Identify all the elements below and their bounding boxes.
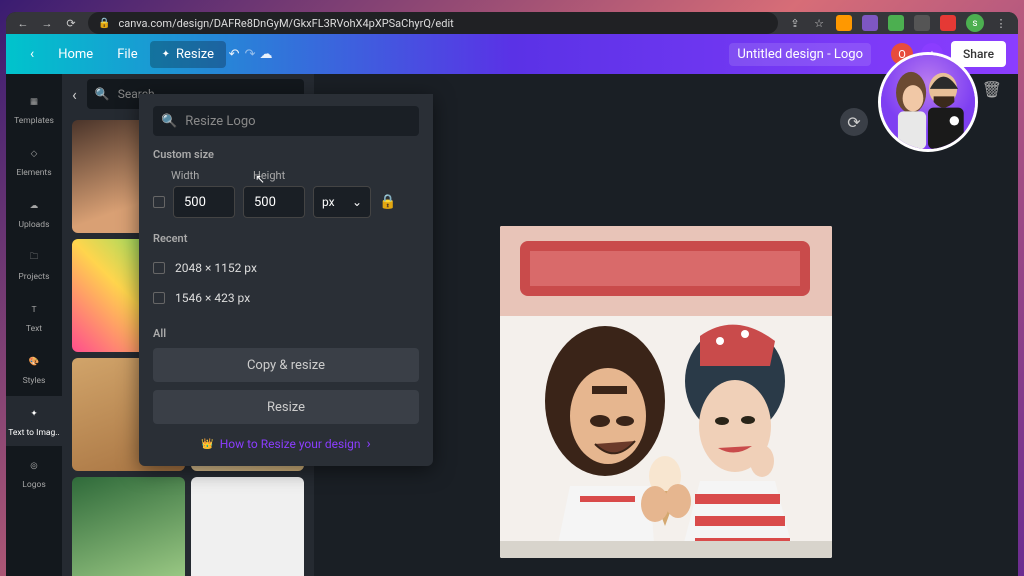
rail-elements[interactable]: ◇ Elements [6,136,62,186]
rail-label: Templates [14,116,54,126]
redo-icon[interactable]: ↷ [242,46,258,62]
text-to-image-icon: ✦ [24,404,44,424]
lock-icon: 🔒 [98,18,110,29]
url-field[interactable]: 🔒 canva.com/design/DAFRe8DnGyM/GkxFL3RVo… [88,12,778,34]
elements-icon: ◇ [24,144,44,164]
browser-address-bar: ← → ⟳ 🔒 canva.com/design/DAFRe8DnGyM/Gkx… [6,12,1018,34]
canvas-image[interactable] [500,226,832,558]
extension-icon[interactable] [888,15,904,31]
recent-size-label: 2048 × 1152 px [175,261,257,275]
search-icon: 🔍 [161,114,177,129]
rail-templates[interactable]: ▦ Templates [6,84,62,134]
resize-submit-button[interactable]: Resize [153,390,419,424]
extension-icon[interactable] [914,15,930,31]
templates-icon: ▦ [24,92,44,112]
recent-checkbox[interactable] [153,262,165,274]
width-input[interactable]: 500 [173,186,235,218]
undo-icon[interactable]: ↶ [226,46,242,62]
crown-icon: 👑 [201,439,213,450]
nav-forward-icon[interactable]: → [40,16,54,30]
bookmark-icon[interactable]: ☆ [812,16,826,30]
uploads-icon: ☁ [24,196,44,216]
resize-button[interactable]: ✦ Resize [150,41,226,68]
browser-menu-icon[interactable]: ⋮ [994,16,1008,30]
chevron-right-icon: › [367,436,371,452]
cloud-sync-icon: ☁ [258,46,274,62]
rail-projects[interactable]: 🗀 Projects [6,240,62,290]
search-icon: 🔍 [95,87,110,101]
refresh-button[interactable]: ⟳ [840,108,868,136]
app-top-bar: ‹ Home File ✦ Resize ↶ ↷ ☁ Untitled desi… [6,34,1018,74]
chevron-down-icon: ⌄ [352,195,362,209]
logos-icon: ◎ [24,456,44,476]
back-button[interactable]: ‹ [18,40,46,68]
nav-back-icon[interactable]: ← [16,16,30,30]
browser-profile-avatar[interactable]: s [966,14,984,32]
howto-link[interactable]: 👑 How to Resize your design › [153,436,419,452]
styles-icon: 🎨 [24,352,44,372]
resize-panel: 🔍 Resize Logo Custom size Width Height ↖… [139,94,433,466]
lock-aspect-icon[interactable]: 🔒 [379,194,396,210]
resize-label: Resize [176,47,214,62]
side-panel-back-icon[interactable]: ‹ [72,85,77,104]
resize-search[interactable]: 🔍 Resize Logo [153,106,419,136]
extension-icon[interactable] [836,15,852,31]
custom-size-heading: Custom size [153,148,419,161]
unit-value: px [322,195,335,209]
height-label: Height [253,169,285,182]
rail-label: Projects [18,272,49,282]
howto-label: How to Resize your design [220,437,361,451]
rail-uploads[interactable]: ☁ Uploads [6,188,62,238]
recent-size-label: 1546 × 423 px [175,291,250,305]
chevron-left-icon: ‹ [30,46,34,62]
rail-text[interactable]: T Text [6,292,62,342]
share-url-icon[interactable]: ⇪ [788,16,802,30]
projects-icon: 🗀 [24,248,44,268]
rail-styles[interactable]: 🎨 Styles [6,344,62,394]
presenter-overlay [878,52,978,152]
recent-size-item[interactable]: 1546 × 423 px [153,283,419,313]
home-button[interactable]: Home [46,41,105,68]
unit-select[interactable]: px ⌄ [313,186,371,218]
copy-resize-button[interactable]: Copy & resize [153,348,419,382]
text-icon: T [24,300,44,320]
rail-logos[interactable]: ◎ Logos [6,448,62,498]
extension-icon[interactable] [862,15,878,31]
rail-label: Logos [22,480,45,490]
url-text: canva.com/design/DAFRe8DnGyM/GkxFL3RVohX… [118,17,453,30]
canvas-delete-icon[interactable]: 🗑 [982,80,1002,99]
rail-label: Styles [23,376,46,386]
resize-search-placeholder: Resize Logo [185,114,255,129]
rail-text-to-image[interactable]: ✦ Text to Imag.. [6,396,62,446]
document-title[interactable]: Untitled design - Logo [729,43,871,66]
width-label: Width [171,169,241,182]
nav-reload-icon[interactable]: ⟳ [64,16,78,30]
custom-size-checkbox[interactable] [153,196,165,208]
extension-icon[interactable] [940,15,956,31]
rail-label: Text to Imag.. [8,428,60,438]
image-thumbnail[interactable] [72,477,185,576]
height-input[interactable]: 500 [243,186,305,218]
recent-checkbox[interactable] [153,292,165,304]
rail-label: Uploads [18,220,49,230]
extension-icons [836,15,956,31]
recent-heading: Recent [153,232,419,245]
file-button[interactable]: File [105,41,149,68]
recent-size-item[interactable]: 2048 × 1152 px [153,253,419,283]
crown-icon: ✦ [162,49,170,60]
image-thumbnail[interactable] [191,477,304,576]
all-heading: All [153,327,419,340]
rail-label: Text [26,324,42,334]
left-rail: ▦Templates ◇Elements ☁Uploads 🗀Projects … [6,74,62,576]
rail-label: Elements [16,168,51,178]
